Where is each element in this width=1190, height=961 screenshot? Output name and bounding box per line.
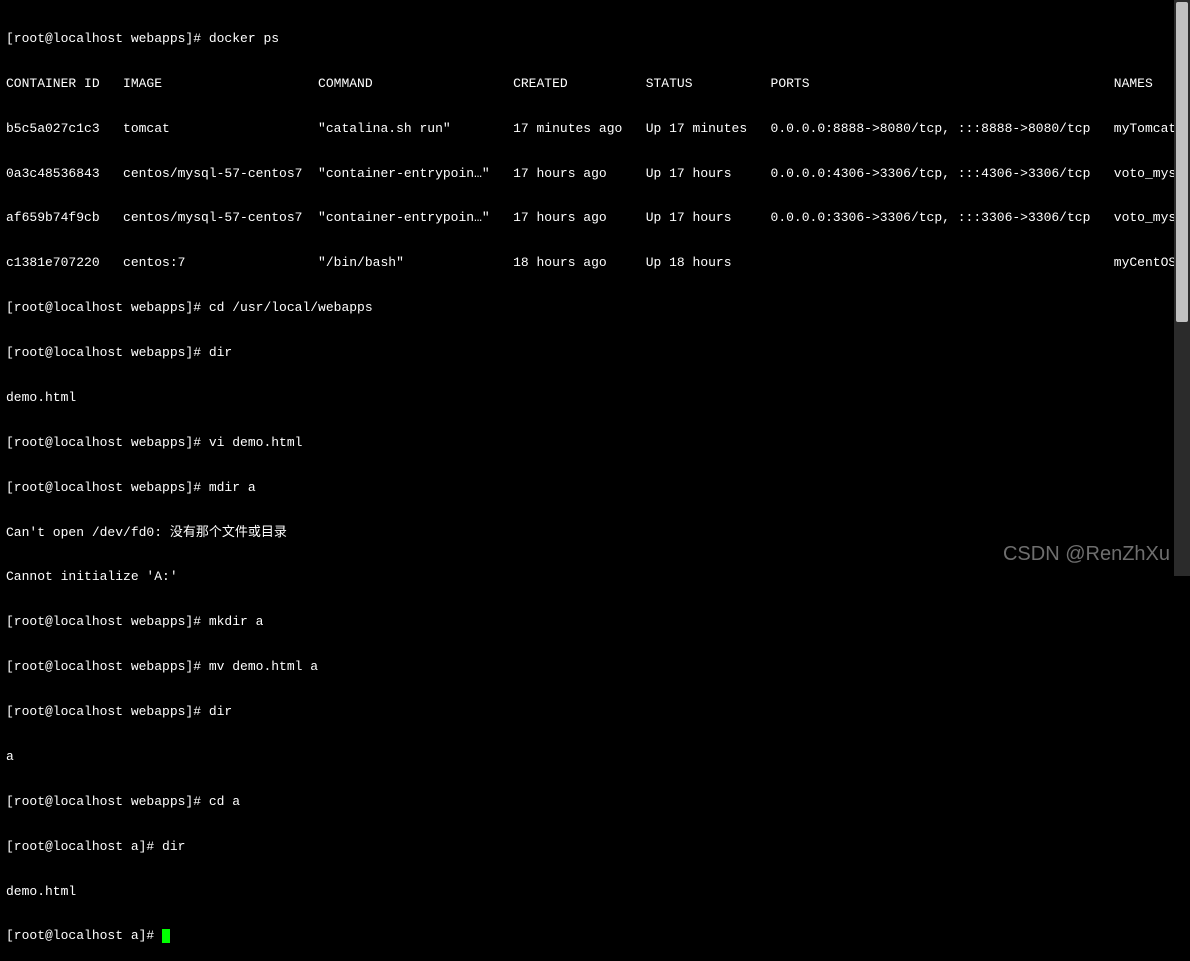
terminal-prompt-line: [root@localhost a]# [6,929,1184,944]
terminal-line: [root@localhost webapps]# vi demo.html [6,436,1184,451]
terminal-line: CONTAINER ID IMAGE COMMAND CREATED STATU… [6,77,1184,92]
terminal-output[interactable]: [root@localhost webapps]# docker ps CONT… [0,0,1190,961]
terminal-line: Can't open /dev/fd0: 没有那个文件或目录 [6,526,1184,541]
terminal-line: c1381e707220 centos:7 "/bin/bash" 18 hou… [6,256,1184,271]
terminal-line: demo.html [6,391,1184,406]
terminal-line: [root@localhost webapps]# docker ps [6,32,1184,47]
cursor-icon [162,929,170,943]
terminal-line: 0a3c48536843 centos/mysql-57-centos7 "co… [6,167,1184,182]
terminal-line: [root@localhost webapps]# dir [6,705,1184,720]
terminal-line: Cannot initialize 'A:' [6,570,1184,585]
terminal-line: [root@localhost webapps]# mkdir a [6,615,1184,630]
scrollbar[interactable] [1174,0,1190,576]
terminal-line: [root@localhost webapps]# cd a [6,795,1184,810]
terminal-prompt: [root@localhost a]# [6,928,162,943]
terminal-line: [root@localhost webapps]# mv demo.html a [6,660,1184,675]
terminal-line: demo.html [6,885,1184,900]
scrollbar-thumb[interactable] [1176,2,1188,322]
terminal-line: [root@localhost webapps]# mdir a [6,481,1184,496]
terminal-line: [root@localhost webapps]# cd /usr/local/… [6,301,1184,316]
terminal-line: [root@localhost a]# dir [6,840,1184,855]
terminal-line: b5c5a027c1c3 tomcat "catalina.sh run" 17… [6,122,1184,137]
terminal-line: a [6,750,1184,765]
terminal-line: af659b74f9cb centos/mysql-57-centos7 "co… [6,211,1184,226]
terminal-line: [root@localhost webapps]# dir [6,346,1184,361]
